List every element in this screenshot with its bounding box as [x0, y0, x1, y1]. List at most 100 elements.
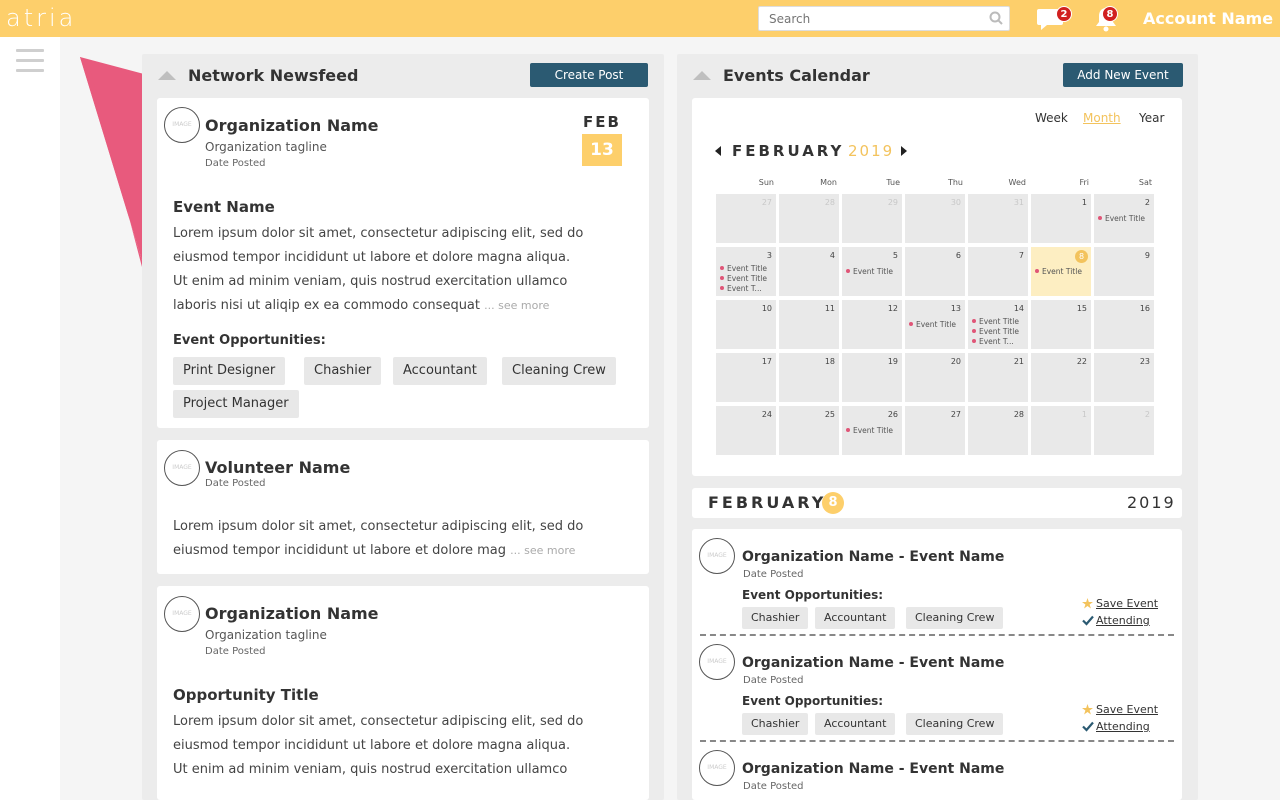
opportunity-tag[interactable]: Project Manager	[173, 390, 299, 418]
see-more-link[interactable]: ... see more	[510, 544, 575, 557]
post-author-name[interactable]: Organization Name	[205, 604, 379, 623]
calendar-day[interactable]: 2	[1094, 406, 1154, 455]
calendar-day[interactable]: 3 Event Title Event Title Event T...	[716, 247, 776, 296]
calendar-event[interactable]: Event Title	[1035, 267, 1082, 276]
calendar-day[interactable]: 26 Event Title	[842, 406, 902, 455]
calendar-day[interactable]: 28	[968, 406, 1028, 455]
avatar[interactable]: IMAGE	[164, 107, 200, 143]
calendar-day[interactable]: 19	[842, 353, 902, 402]
save-event-link[interactable]: Save Event	[1096, 703, 1158, 716]
see-more-link[interactable]: ... see more	[484, 299, 549, 312]
star-icon[interactable]	[1082, 598, 1093, 609]
next-month-arrow-icon[interactable]	[901, 146, 907, 156]
save-event-link[interactable]: Save Event	[1096, 597, 1158, 610]
collapse-caret-icon[interactable]	[158, 71, 176, 80]
event-title[interactable]: Organization Name - Event Name	[742, 655, 1004, 671]
calendar-day[interactable]: 6	[905, 247, 965, 296]
calendar-day[interactable]: 18	[779, 353, 839, 402]
calendar-day[interactable]: 20	[905, 353, 965, 402]
opportunity-tag[interactable]: Chashier	[742, 713, 809, 735]
calendar-day[interactable]: 2 Event Title	[1094, 194, 1154, 243]
view-tab-month[interactable]: Month	[1083, 111, 1121, 125]
calendar-event[interactable]: Event T...	[720, 284, 762, 293]
calendar-day[interactable]: 30	[905, 194, 965, 243]
collapse-caret-icon[interactable]	[693, 71, 711, 80]
calendar-day[interactable]: 10	[716, 300, 776, 349]
opportunity-tag[interactable]: Cleaning Crew	[906, 607, 1004, 629]
calendar-day-today[interactable]: 8 Event Title	[1031, 247, 1091, 296]
calendar-day[interactable]: 31	[968, 194, 1028, 243]
calendar-day[interactable]: 22	[1031, 353, 1091, 402]
post-title[interactable]: Opportunity Title	[173, 686, 319, 704]
avatar[interactable]: IMAGE	[699, 644, 735, 680]
hamburger-menu-icon[interactable]	[16, 49, 44, 73]
calendar-day[interactable]: 13 Event Title	[905, 300, 965, 349]
calendar-day[interactable]: 27	[716, 194, 776, 243]
calendar-day[interactable]: 17	[716, 353, 776, 402]
calendar-day[interactable]: 12	[842, 300, 902, 349]
avatar[interactable]: IMAGE	[164, 596, 200, 632]
logo[interactable]: atria	[6, 4, 76, 32]
calendar-day[interactable]: 23	[1094, 353, 1154, 402]
view-tab-year[interactable]: Year	[1139, 111, 1164, 125]
calendar-event[interactable]: Event Title	[972, 327, 1019, 336]
prev-month-arrow-icon[interactable]	[715, 146, 721, 156]
create-post-button[interactable]: Create Post	[530, 63, 648, 87]
calendar-day[interactable]: 24	[716, 406, 776, 455]
post-author-name[interactable]: Volunteer Name	[205, 458, 350, 477]
calendar-day[interactable]: 4	[779, 247, 839, 296]
event-title[interactable]: Organization Name - Event Name	[742, 761, 1004, 777]
calendar-day[interactable]: 5 Event Title	[842, 247, 902, 296]
view-tab-week[interactable]: Week	[1035, 111, 1068, 125]
calendar-day[interactable]: 15	[1031, 300, 1091, 349]
calendar-event[interactable]: Event Title	[720, 274, 767, 283]
avatar[interactable]: IMAGE	[164, 450, 200, 486]
opportunity-tag[interactable]: Accountant	[815, 607, 896, 629]
avatar[interactable]: IMAGE	[699, 750, 735, 786]
calendar-day[interactable]: 27	[905, 406, 965, 455]
search-box[interactable]	[758, 6, 1010, 31]
calendar-event[interactable]: Event Title	[909, 320, 956, 329]
newsfeed-title: Network Newsfeed	[188, 66, 359, 85]
calendar-day[interactable]: 9	[1094, 247, 1154, 296]
calendar-event[interactable]: Event Title	[1098, 214, 1145, 223]
opportunity-tag[interactable]: Accountant	[815, 713, 896, 735]
opportunity-tag[interactable]: Cleaning Crew	[502, 357, 616, 385]
search-icon[interactable]	[989, 11, 1003, 25]
calendar-day[interactable]: 21	[968, 353, 1028, 402]
checkmark-icon[interactable]	[1082, 615, 1094, 626]
opportunity-tag[interactable]: Cleaning Crew	[906, 713, 1004, 735]
calendar-event[interactable]: Event Title	[846, 267, 893, 276]
newsfeed-panel: Network Newsfeed Create Post IMAGE Organ…	[142, 54, 664, 800]
attending-link[interactable]: Attending	[1096, 720, 1150, 733]
calendar-day[interactable]: 28	[779, 194, 839, 243]
calendar-day[interactable]: 29	[842, 194, 902, 243]
calendar-day[interactable]: 1	[1031, 406, 1091, 455]
opportunity-tag[interactable]: Chashier	[304, 357, 382, 385]
calendar-event[interactable]: Event Title	[720, 264, 767, 273]
calendar-event[interactable]: Event Title	[846, 426, 893, 435]
star-icon[interactable]	[1082, 704, 1093, 715]
calendar-day[interactable]: 1	[1031, 194, 1091, 243]
opportunity-tag[interactable]: Print Designer	[173, 357, 286, 385]
post-title[interactable]: Event Name	[173, 198, 275, 216]
event-title[interactable]: Organization Name - Event Name	[742, 549, 1004, 565]
calendar-day[interactable]: 7	[968, 247, 1028, 296]
calendar-day[interactable]: 25	[779, 406, 839, 455]
search-input[interactable]	[759, 7, 979, 30]
attending-link[interactable]: Attending	[1096, 614, 1150, 627]
account-name[interactable]: Account Name	[1143, 9, 1273, 28]
post-author-name[interactable]: Organization Name	[205, 116, 379, 135]
calendar-event[interactable]: Event Title	[972, 317, 1019, 326]
calendar-day[interactable]: 16	[1094, 300, 1154, 349]
checkmark-icon[interactable]	[1082, 721, 1094, 732]
calendar-day[interactable]: 11	[779, 300, 839, 349]
add-new-event-button[interactable]: Add New Event	[1063, 63, 1183, 87]
avatar[interactable]: IMAGE	[699, 538, 735, 574]
decorative-pink-shape	[80, 57, 144, 267]
calendar-event[interactable]: Event T...	[972, 337, 1014, 346]
opportunity-tag[interactable]: Chashier	[742, 607, 809, 629]
opportunity-tag[interactable]: Accountant	[393, 357, 487, 385]
calendar-day[interactable]: 14 Event Title Event Title Event T...	[968, 300, 1028, 349]
day-number: 27	[950, 410, 961, 419]
